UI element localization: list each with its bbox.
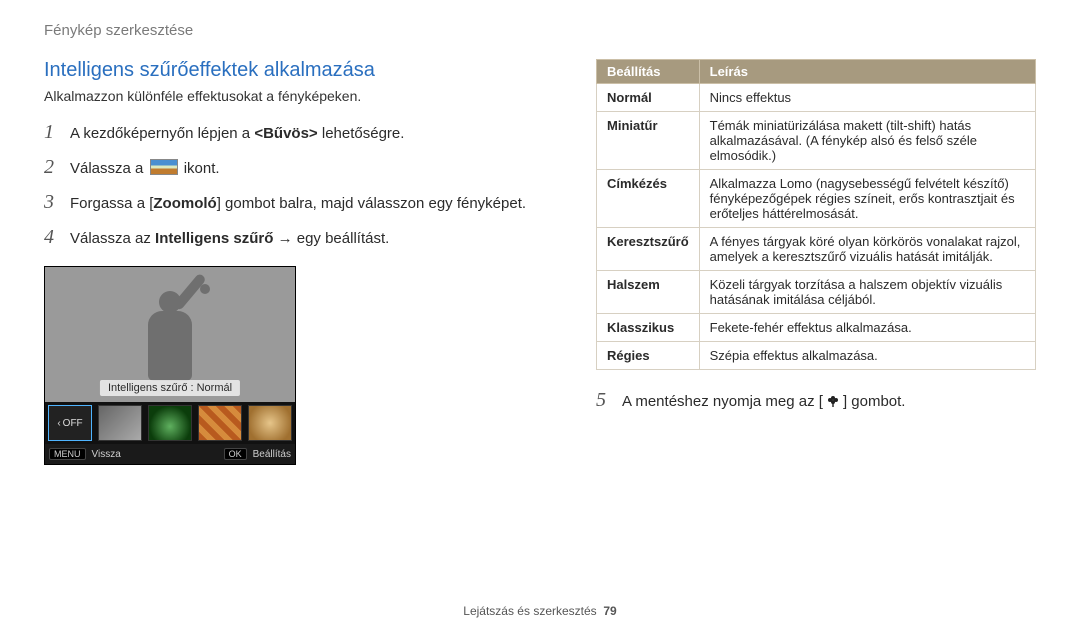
filter-thumbnails: ‹ OFF bbox=[45, 402, 295, 444]
section-lead: Alkalmazzon különféle effektusokat a fén… bbox=[44, 88, 564, 104]
filter-thumb[interactable] bbox=[248, 405, 292, 441]
photo-edit-icon bbox=[150, 159, 178, 175]
table-row: MiniatűrTémák miniatürizálása makett (ti… bbox=[597, 112, 1036, 170]
step-number: 1 bbox=[44, 118, 70, 147]
filter-thumb-off[interactable]: ‹ OFF bbox=[48, 405, 92, 441]
step-number: 2 bbox=[44, 153, 70, 182]
filter-thumb[interactable] bbox=[198, 405, 242, 441]
step-text: A mentéshez nyomja meg az [] gombot. bbox=[622, 391, 1036, 413]
table-row: RégiesSzépia effektus alkalmazása. bbox=[597, 342, 1036, 370]
table-row: HalszemKözeli tárgyak torzítása a halsze… bbox=[597, 271, 1036, 314]
table-header-desc: Leírás bbox=[699, 60, 1035, 84]
step-number: 3 bbox=[44, 188, 70, 217]
filter-thumb[interactable] bbox=[98, 405, 142, 441]
section-heading: Intelligens szűrőeffektek alkalmazása bbox=[44, 59, 564, 82]
set-label: Beállítás bbox=[253, 449, 291, 460]
step-text: Válassza az Intelligens szűrő → egy beál… bbox=[70, 228, 564, 250]
camera-preview: Intelligens szűrő : Normál ‹ OFF MENU Vi… bbox=[44, 266, 296, 465]
filter-thumb[interactable] bbox=[148, 405, 192, 441]
page-footer: Lejátszás és szerkesztés 79 bbox=[0, 604, 1080, 618]
chevron-left-icon: ‹ bbox=[57, 418, 60, 429]
settings-table: Beállítás Leírás NormálNincs effektus Mi… bbox=[596, 59, 1036, 370]
macro-flower-icon bbox=[825, 393, 841, 409]
breadcrumb: Fénykép szerkesztése bbox=[44, 22, 1036, 39]
step-number: 4 bbox=[44, 223, 70, 252]
table-row: CímkézésAlkalmazza Lomo (nagysebességű f… bbox=[597, 170, 1036, 228]
ok-tag: OK bbox=[224, 448, 247, 460]
preview-image: Intelligens szűrő : Normál bbox=[45, 267, 295, 402]
table-row: KeresztszűrőA fényes tárgyak köré olyan … bbox=[597, 228, 1036, 271]
step-number: 5 bbox=[596, 386, 622, 415]
step-text: Válassza a ikont. bbox=[70, 158, 564, 180]
step-text: A kezdőképernyőn lépjen a <Bűvös> lehető… bbox=[70, 123, 564, 145]
back-label: Vissza bbox=[92, 449, 121, 460]
menu-tag: MENU bbox=[49, 448, 86, 460]
step-text: Forgassa a [Zoomoló] gombot balra, majd … bbox=[70, 193, 564, 215]
preview-caption: Intelligens szűrő : Normál bbox=[100, 380, 240, 396]
table-row: NormálNincs effektus bbox=[597, 84, 1036, 112]
table-row: KlasszikusFekete-fehér effektus alkalmaz… bbox=[597, 314, 1036, 342]
preview-bottom-bar: MENU Vissza OK Beállítás bbox=[45, 444, 295, 464]
table-header-setting: Beállítás bbox=[597, 60, 700, 84]
